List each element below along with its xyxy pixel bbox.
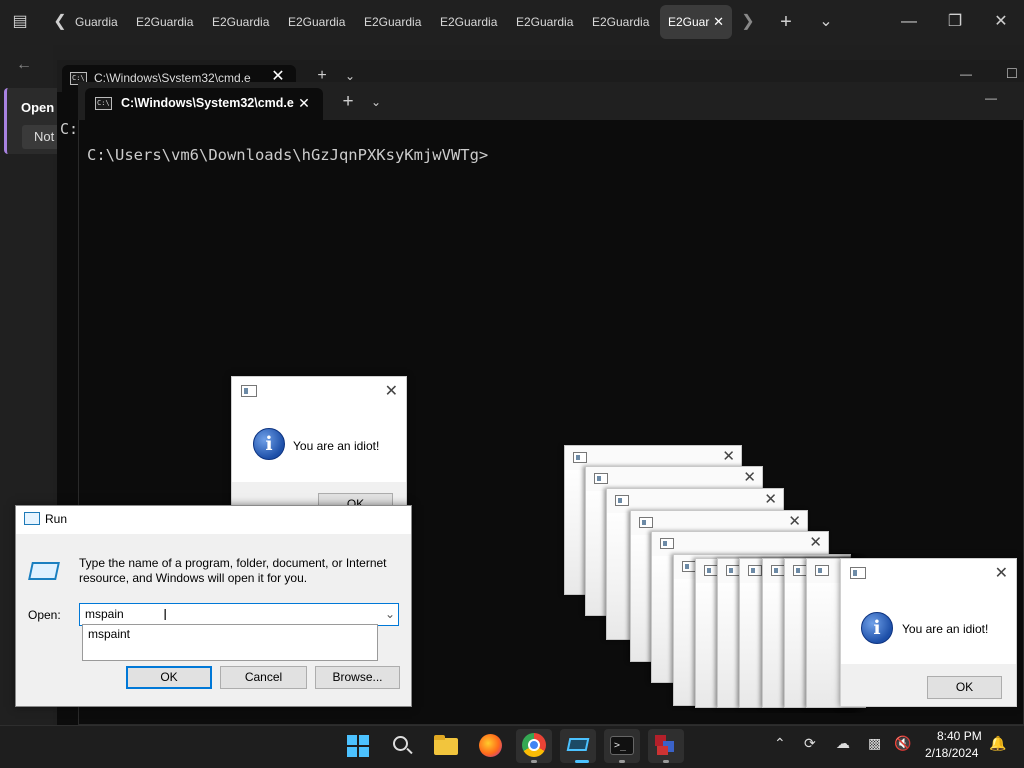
start-icon[interactable] — [340, 729, 376, 763]
window-icon — [704, 565, 718, 576]
file-explorer-icon[interactable] — [428, 729, 464, 763]
clock-time[interactable]: 8:40 PM — [937, 729, 982, 743]
window-icon — [850, 567, 866, 579]
run-input[interactable]: mspain — [79, 603, 399, 626]
close-icon[interactable]: ✕ — [385, 381, 398, 401]
browser-tab[interactable]: E2Guardia — [356, 5, 430, 39]
chrome-running-indicator — [531, 760, 537, 763]
back-arrow-icon[interactable]: ← — [12, 53, 36, 77]
dialog-message: You are an idiot! — [293, 439, 380, 453]
close-icon[interactable]: ✕ — [743, 468, 756, 486]
close-icon[interactable]: ✕ — [995, 563, 1008, 583]
run-app-icon — [28, 562, 60, 580]
terminal-prompt: C:\Users\vm6\Downloads\hGzJqnPXKsyKmjwVW… — [87, 146, 489, 164]
clock-date[interactable]: 2/18/2024 — [925, 746, 978, 760]
browser-tab-label: E2Guar — [668, 15, 710, 29]
cmd-icon: C:\ — [95, 97, 112, 110]
browser-tab-active[interactable]: E2Guar ✕ — [660, 5, 732, 39]
cloud-icon[interactable]: ☁ — [836, 735, 850, 752]
browser-tab[interactable]: E2Guardia — [128, 5, 202, 39]
close-window-icon[interactable]: ✕ — [989, 10, 1013, 34]
terminal-icon[interactable]: >_ — [604, 729, 640, 763]
minimize-icon[interactable]: — — [897, 10, 921, 34]
firefox-icon[interactable] — [472, 729, 508, 763]
info-icon: i — [861, 612, 893, 644]
window-icon — [726, 565, 740, 576]
tab-list-chevron-icon[interactable]: ⌄ — [814, 10, 838, 34]
browser-tab-bar: ▤ ❮ Guardia E2Guardia E2Guardia E2Guardi… — [0, 0, 1024, 45]
new-tab-icon[interactable]: + — [336, 90, 360, 114]
minimize-icon[interactable]: — — [979, 86, 1003, 110]
window-icon — [793, 565, 807, 576]
browser-tab[interactable]: E2Guardia — [204, 5, 278, 39]
window-icon — [241, 385, 257, 397]
browser-tab[interactable]: E2Guardia — [432, 5, 506, 39]
browser-tab[interactable]: E2Guardia — [584, 5, 658, 39]
open-label: Open — [21, 100, 55, 115]
window-icon — [748, 565, 762, 576]
run-app-running-indicator — [575, 760, 589, 763]
window-icon — [594, 473, 608, 484]
close-icon[interactable]: ✕ — [764, 490, 777, 508]
close-icon[interactable]: ✕ — [722, 447, 735, 465]
run-app-icon[interactable] — [560, 729, 596, 763]
sync-icon[interactable]: ⟳ — [804, 735, 816, 752]
idiot-dialog[interactable]: ✕ i You are an idiot! OK — [231, 376, 407, 525]
close-icon[interactable]: ✕ — [788, 512, 801, 530]
window-icon — [682, 561, 696, 572]
winrar-icon[interactable] — [648, 729, 684, 763]
chrome-icon[interactable] — [516, 729, 552, 763]
ok-button[interactable]: OK — [126, 666, 212, 689]
window-icon — [573, 452, 587, 463]
run-titlebar — [16, 506, 411, 534]
close-tab-icon[interactable]: ✕ — [713, 5, 724, 39]
browse-button[interactable]: Browse... — [315, 666, 400, 689]
browser-tab[interactable]: E2Guardia — [508, 5, 582, 39]
text-cursor-icon: Ⅰ — [163, 607, 168, 624]
notification-bell-icon[interactable]: 🔔 — [989, 735, 1006, 752]
window-icon — [815, 565, 829, 576]
chevron-down-icon[interactable]: ⌄ — [385, 607, 395, 621]
terminal-tab[interactable]: C:\Windows\System32\cmd.e — [85, 88, 323, 120]
info-icon: i — [253, 428, 285, 460]
tab-dropdown-icon[interactable]: ⌄ — [366, 90, 386, 114]
network-icon[interactable]: ▩ — [868, 735, 881, 752]
open-label: Open: — [28, 608, 61, 622]
terminal-running-indicator — [619, 760, 625, 763]
window-icon — [660, 538, 674, 549]
window-icon — [615, 495, 629, 506]
ok-button[interactable]: OK — [927, 676, 1002, 699]
idiot-dialog[interactable]: ✕ i You are an idiot! OK — [840, 558, 1017, 707]
run-icon — [24, 512, 40, 525]
new-tab-icon[interactable]: + — [774, 10, 798, 34]
close-icon[interactable]: ✕ — [809, 533, 822, 551]
tab-actions-icon[interactable]: ▤ — [8, 10, 32, 34]
scroll-tabs-right-icon[interactable]: ❯ — [738, 10, 758, 34]
chevron-up-icon[interactable]: ⌃ — [774, 735, 786, 752]
cancel-button[interactable]: Cancel — [220, 666, 307, 689]
dialog-message: You are an idiot! — [902, 622, 989, 636]
window-icon — [639, 517, 653, 528]
terminal-back-prompt: C: — [60, 120, 79, 138]
close-tab-icon[interactable]: ✕ — [293, 91, 315, 115]
volume-muted-icon[interactable]: 🔇 — [894, 735, 911, 752]
browser-tab[interactable]: E2Guardia — [280, 5, 354, 39]
window-icon — [771, 565, 785, 576]
terminal-tab-title: C:\Windows\System32\cmd.e — [121, 96, 294, 110]
search-icon[interactable] — [384, 729, 420, 763]
winrar-running-indicator — [663, 760, 669, 763]
run-title: Run — [45, 512, 68, 526]
run-description: Type the name of a program, folder, docu… — [79, 556, 387, 585]
autocomplete-item[interactable]: mspaint — [88, 627, 130, 641]
restore-icon[interactable]: ❐ — [943, 10, 967, 34]
